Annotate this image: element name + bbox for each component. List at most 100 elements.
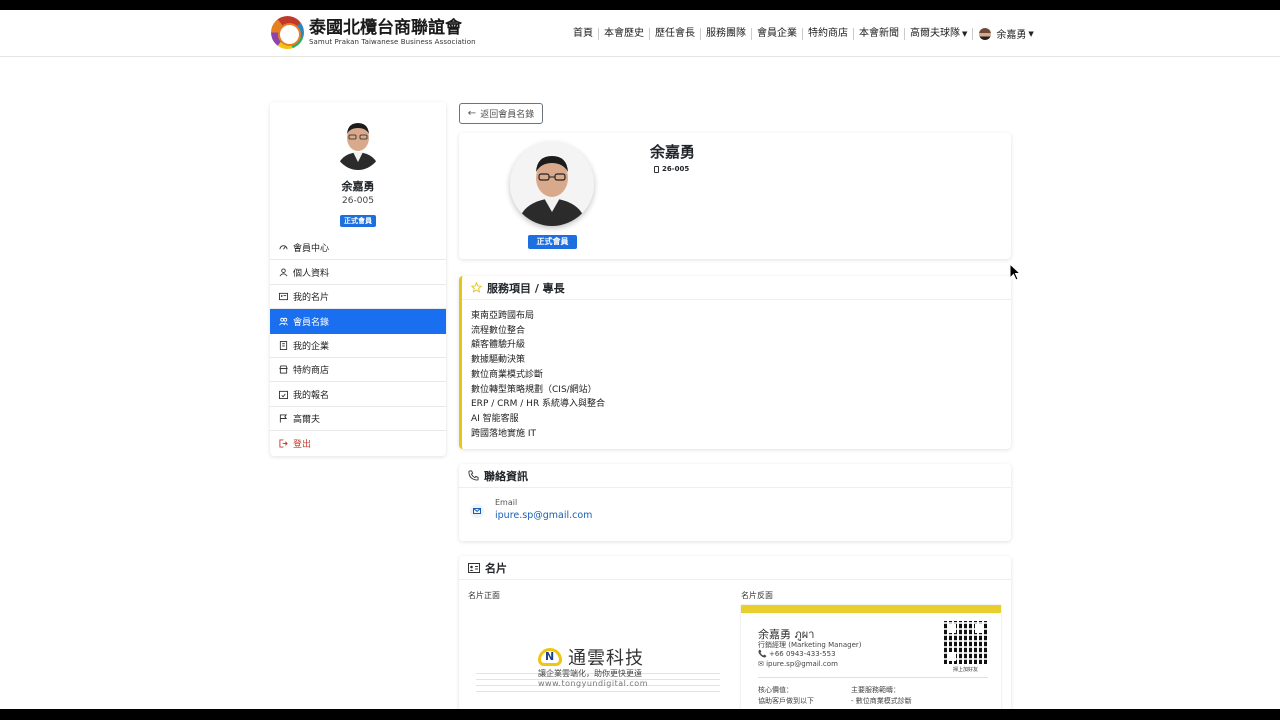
contact-header: 聯絡資訊 — [459, 464, 1011, 488]
nav-home[interactable]: 首頁 — [568, 27, 599, 40]
building-icon — [279, 340, 288, 350]
email-row: Email ipure.sp@gmail.com — [470, 498, 592, 521]
nav-member-companies[interactable]: 會員企業 — [752, 27, 803, 40]
scope-text: - 數位商業模式診斷 — [851, 697, 912, 705]
arrow-left-icon: ← — [467, 108, 477, 119]
sidebar-item-label: 會員名錄 — [293, 317, 330, 328]
service-item: 跨國落地實施 IT — [471, 428, 537, 439]
video-top-bar — [0, 0, 1280, 10]
service-item: 數位轉型策略規劃（CIS/網站） — [471, 384, 597, 395]
profile-photo — [510, 142, 594, 226]
sidebar-item-label: 個人資料 — [293, 268, 330, 279]
person-icon — [279, 268, 288, 277]
profile-card: 正式會員 余嘉勇 26-005 — [459, 133, 1011, 259]
people-icon — [279, 317, 288, 326]
card-front-image[interactable]: 通雲科技 讓企業雲端化，助你更快更遠 www.tongyundigital.co… — [468, 606, 720, 711]
card-front-label: 名片正面 — [468, 591, 500, 600]
contact-title: 聯絡資訊 — [484, 469, 528, 483]
sidebar-item-member-directory[interactable]: 會員名錄 — [270, 309, 446, 334]
flag-icon — [279, 414, 288, 423]
profile-member-badge: 正式會員 — [528, 235, 577, 249]
service-item: 東南亞跨國布局 — [471, 311, 535, 321]
envelope-icon — [470, 504, 484, 518]
back-to-directory-button[interactable]: ← 返回會員名錄 — [459, 103, 543, 124]
service-item: 數位商業模式診斷 — [471, 369, 544, 380]
user-menu[interactable]: 余嘉勇 ▼ — [973, 26, 1034, 41]
sidebar-item-logout[interactable]: 登出 — [270, 431, 446, 455]
card-back-title: 行銷經理 (Marketing Manager) — [758, 641, 862, 649]
sidebar-item-label: 我的名片 — [293, 292, 330, 303]
user-menu-name: 余嘉勇 — [996, 30, 1027, 41]
service-item: AI 智能客服 — [471, 413, 519, 424]
sidebar-item-my-registrations[interactable]: 我的報名 — [270, 382, 446, 407]
card-back-email-text: ipure.sp@gmail.com — [766, 660, 838, 668]
sidebar-item-label: 我的企業 — [293, 341, 330, 352]
main-nav: 首頁 本會歷史 歷任會長 服務團隊 會員企業 特約商店 本會新聞 高爾夫球隊 ▼ … — [568, 26, 1034, 41]
sidebar-item-label: 我的報名 — [293, 390, 330, 401]
profile-name: 余嘉勇 — [650, 143, 696, 161]
nav-history[interactable]: 本會歷史 — [599, 27, 650, 40]
sidebar: 余嘉勇 26-005 正式會員 會員中心 個人資料 我的名片 會員名錄 我的企業… — [270, 102, 446, 456]
id-card-icon — [279, 292, 288, 301]
sidebar-avatar — [333, 114, 383, 170]
sidebar-item-member-center[interactable]: 會員中心 — [270, 236, 446, 261]
services-card: 服務項目 / 專長 東南亞跨國布局 流程數位整合 顧客體驗升級 數據驅動決策 數… — [459, 276, 1011, 449]
sidebar-item-my-card[interactable]: 我的名片 — [270, 285, 446, 310]
nav-golf-dropdown[interactable]: 高爾夫球隊 ▼ — [905, 27, 974, 40]
sidebar-item-label: 特約商店 — [293, 366, 330, 377]
brand-title: 泰國北欖台商聯誼會 — [309, 18, 462, 38]
card-back-phone: 📞 +66 0943-433-553 — [758, 650, 836, 658]
sidebar-item-partner-stores[interactable]: 特約商店 — [270, 358, 446, 383]
card-back-image[interactable]: 余嘉勇 ภูผา 行銷經理 (Marketing Manager) 📞 +66 … — [741, 605, 1001, 716]
caret-down-icon: ▼ — [1028, 29, 1034, 38]
scope-label: 主要服務範疇： — [851, 686, 900, 694]
card-back-label: 名片反面 — [741, 591, 773, 600]
nav-news[interactable]: 本會新聞 — [854, 27, 905, 40]
service-item: 數據驅動決策 — [471, 355, 526, 366]
card-back-phone-text: +66 0943-433-553 — [768, 650, 836, 658]
profile-member-id-text: 26-005 — [662, 165, 690, 173]
sidebar-item-label: 會員中心 — [293, 244, 330, 255]
sidebar-item-profile[interactable]: 個人資料 — [270, 260, 446, 285]
mouse-cursor-icon — [1009, 263, 1021, 281]
navbar: 泰國北欖台商聯誼會 Samut Prakan Taiwanese Busines… — [0, 10, 1280, 57]
sidebar-item-golf[interactable]: 高爾夫 — [270, 407, 446, 432]
profile-member-id: 26-005 — [654, 165, 689, 173]
nav-golf-label: 高爾夫球隊 — [910, 27, 960, 39]
brand[interactable]: 泰國北欖台商聯誼會 Samut Prakan Taiwanese Busines… — [271, 16, 476, 49]
sidebar-item-label: 高爾夫 — [293, 414, 321, 425]
core-label: 核心價值： — [758, 686, 793, 694]
card-back-scope: 主要服務範疇： - 數位商業模式診斷 — [851, 685, 912, 707]
sidebar-item-my-company[interactable]: 我的企業 — [270, 334, 446, 358]
email-label: Email — [495, 498, 518, 507]
core-text: 協助客戶做到以下 — [758, 697, 814, 705]
card-back-email: ✉ ipure.sp@gmail.com — [758, 660, 838, 668]
service-item: 顧客體驗升級 — [471, 340, 526, 351]
card-back-divider — [758, 677, 988, 678]
card-front-company: 通雲科技 — [568, 648, 644, 669]
email-link[interactable]: ipure.sp@gmail.com — [495, 510, 592, 521]
services-list: 東南亞跨國布局 流程數位整合 顧客體驗升級 數據驅動決策 數位商業模式診斷 數位… — [471, 309, 605, 441]
phone-icon — [468, 470, 479, 481]
nav-partner-stores[interactable]: 特約商店 — [803, 27, 854, 40]
card-back-accent-bar — [741, 605, 1001, 613]
service-item: ERP / CRM / HR 系統導入與整合 — [471, 399, 606, 410]
caret-down-icon: ▼ — [962, 29, 968, 38]
sidebar-item-label: 登出 — [293, 439, 312, 450]
card-front-url: www.tongyundigital.com — [538, 679, 648, 688]
id-card-icon — [468, 562, 480, 573]
card-front-tagline: 讓企業雲端化，助你更快更遠 — [538, 669, 642, 678]
brand-subtitle: Samut Prakan Taiwanese Business Associat… — [309, 38, 476, 46]
business-cards-card: 名片 名片正面 名片反面 通雲科技 讓企業雲端化，助你更快更遠 www.tong… — [459, 556, 1011, 716]
card-back-core: 核心價值： 協助客戶做到以下 — [758, 685, 814, 707]
services-title: 服務項目 / 專長 — [487, 281, 565, 295]
business-cards-title: 名片 — [485, 561, 507, 575]
services-header: 服務項目 / 專長 — [462, 276, 1011, 300]
cloud-logo-icon — [538, 648, 562, 666]
speedometer-icon — [279, 243, 288, 252]
video-bottom-bar — [0, 709, 1280, 720]
contact-card: 聯絡資訊 Email ipure.sp@gmail.com — [459, 464, 1011, 541]
nav-service-team[interactable]: 服務團隊 — [701, 27, 752, 40]
logout-icon — [279, 439, 288, 448]
nav-past-presidents[interactable]: 歷任會長 — [650, 27, 701, 40]
